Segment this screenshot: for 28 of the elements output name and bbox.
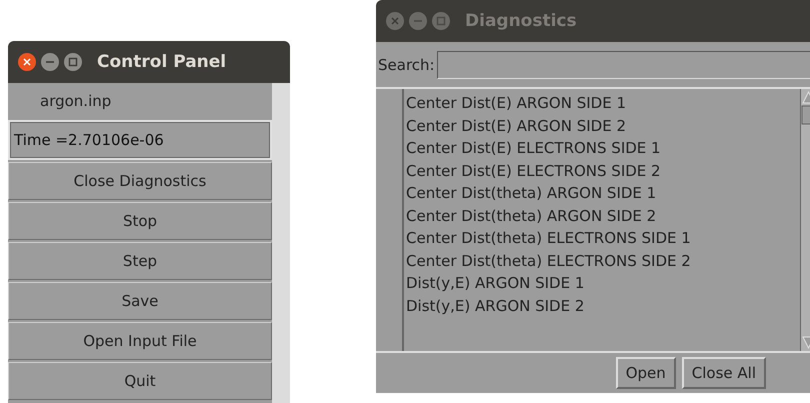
minimize-icon[interactable] [408, 11, 428, 31]
window-title: Control Panel [97, 52, 226, 72]
list-item[interactable]: Dist(y,E) ARGON SIDE 2 [404, 294, 800, 317]
list-item[interactable]: Center Dist(E) ELECTRONS SIDE 2 [404, 160, 800, 182]
search-label: Search: [378, 56, 435, 74]
panel-button[interactable]: Stop [8, 202, 272, 240]
close-icon[interactable] [17, 52, 37, 72]
minimize-icon[interactable] [40, 52, 60, 72]
panel-button[interactable]: Save [8, 282, 272, 320]
panel-button[interactable]: Quit [8, 362, 272, 400]
maximize-icon[interactable] [63, 52, 83, 72]
window-title: Diagnostics [465, 11, 577, 31]
list-item[interactable]: Center Dist(E) ARGON SIDE 1 [404, 92, 800, 114]
list-item[interactable]: Center Dist(theta) ELECTRONS SIDE 1 [404, 227, 800, 250]
search-field[interactable] [436, 50, 810, 78]
panel-button[interactable]: Open Input File [8, 322, 272, 360]
list-item[interactable]: Center Dist(E) ELECTRONS SIDE 1 [404, 137, 800, 160]
list-item[interactable]: Center Dist(theta) ELECTRONS SIDE 2 [404, 250, 800, 272]
list-item[interactable]: Center Dist(E) ARGON SIDE 2 [404, 114, 800, 137]
time-field: Time =2.70106e-06 [8, 120, 272, 160]
panel-button[interactable]: Step [8, 242, 272, 280]
dialog-button[interactable]: Close All [682, 357, 766, 389]
list-item[interactable]: Center Dist(theta) ARGON SIDE 2 [404, 204, 800, 227]
list-item[interactable]: Center Dist(theta) ARGON SIDE 1 [404, 182, 800, 204]
panel-button[interactable]: Close Diagnostics [8, 162, 272, 200]
list-item[interactable]: Dist(y,E) ARGON SIDE 1 [404, 272, 800, 294]
dialog-button[interactable]: Open [616, 357, 676, 389]
maximize-icon[interactable] [431, 11, 451, 31]
